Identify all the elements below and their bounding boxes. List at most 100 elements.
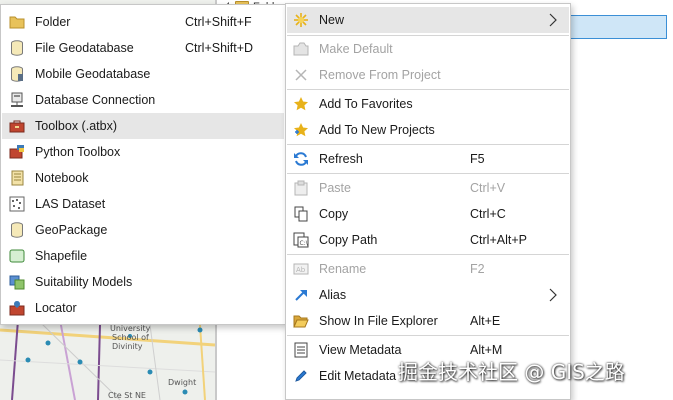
menu-item-label: Edit Metadata (319, 369, 397, 383)
map-label: School of (112, 333, 149, 342)
watermark-text: 掘金技术社区 @ GIS之路 (398, 360, 625, 384)
menu-item-refresh[interactable]: Refresh F5 (287, 146, 569, 172)
menu-item-las-dataset[interactable]: LAS Dataset (2, 191, 284, 217)
menu-item-label: File Geodatabase (35, 41, 134, 55)
pencil-icon (293, 368, 309, 384)
map-label: Dwight (168, 378, 197, 387)
menu-item-label: LAS Dataset (35, 197, 106, 211)
rename-icon: Ab (293, 261, 309, 277)
geopackage-icon (9, 222, 25, 238)
menu-item-make-default[interactable]: Make Default (287, 36, 569, 62)
shortcut-text: Ctrl+C (470, 207, 506, 221)
menu-separator (287, 254, 569, 255)
shortcut-text: Ctrl+Shift+F (185, 15, 252, 29)
menu-item-label: Copy Path (319, 233, 378, 247)
menu-item-copy-path[interactable]: C:\ Copy Path Ctrl+Alt+P (287, 227, 569, 253)
menu-item-label: View Metadata (319, 343, 402, 357)
menu-item-paste[interactable]: Paste Ctrl+V (287, 175, 569, 201)
copy-icon (293, 206, 309, 222)
suitability-models-icon (9, 274, 25, 290)
menu-item-label: Show In File Explorer (319, 314, 438, 328)
remove-icon (293, 67, 309, 83)
menu-item-label: Database Connection (35, 93, 156, 107)
notebook-icon (9, 170, 25, 186)
shortcut-text: F5 (470, 152, 485, 166)
chevron-right-icon (549, 13, 557, 27)
menu-item-folder[interactable]: Folder Ctrl+Shift+F (2, 9, 284, 35)
menu-item-label: Rename (319, 262, 367, 276)
map-label: Cte St NE (108, 391, 146, 400)
menu-item-label: Toolbox (.atbx) (35, 119, 117, 133)
las-dataset-icon (9, 196, 25, 212)
menu-item-database-connection[interactable]: Database Connection (2, 87, 284, 113)
locator-icon (9, 300, 25, 316)
menu-item-label: New (319, 13, 345, 27)
tree-selected-item[interactable] (569, 15, 667, 39)
menu-item-copy[interactable]: Copy Ctrl+C (287, 201, 569, 227)
menu-item-add-to-new-projects[interactable]: Add To New Projects (287, 117, 569, 143)
menu-item-label: Add To Favorites (319, 97, 413, 111)
menu-item-add-to-favorites[interactable]: Add To Favorites (287, 91, 569, 117)
shapefile-icon (9, 248, 25, 264)
shortcut-text: Ctrl+V (470, 181, 506, 195)
file-geodatabase-icon (9, 40, 25, 56)
menu-item-alias[interactable]: Alias (287, 282, 569, 308)
new-submenu: Folder Ctrl+Shift+F File Geodatabase Ctr… (0, 4, 286, 325)
menu-item-label: Remove From Project (319, 68, 441, 82)
menu-item-suitability-models[interactable]: Suitability Models (2, 269, 284, 295)
folder-open-icon (293, 313, 309, 329)
map-label: University (110, 324, 151, 333)
menu-item-label: Copy (319, 207, 349, 221)
toolbox-icon (9, 118, 25, 134)
menu-item-new[interactable]: New (287, 7, 569, 33)
new-icon (293, 12, 309, 28)
menu-item-label: GeoPackage (35, 223, 108, 237)
refresh-icon (293, 151, 309, 167)
menu-item-label: Alias (319, 288, 347, 302)
menu-separator (287, 173, 569, 174)
menu-item-show-in-file-explorer[interactable]: Show In File Explorer Alt+E (287, 308, 569, 334)
shortcut-text: Ctrl+Shift+D (185, 41, 254, 55)
menu-separator (287, 144, 569, 145)
menu-item-mobile-geodatabase[interactable]: Mobile Geodatabase (2, 61, 284, 87)
menu-item-label: Suitability Models (35, 275, 133, 289)
paste-icon (293, 180, 309, 196)
menu-item-label: Folder (35, 15, 71, 29)
menu-item-label: Make Default (319, 42, 393, 56)
chevron-right-icon (549, 288, 557, 302)
shortcut-text: F2 (470, 262, 485, 276)
alias-icon (293, 287, 309, 303)
svg-text:Ab: Ab (296, 266, 306, 274)
shortcut-text: Alt+M (470, 343, 503, 357)
menu-item-toolbox[interactable]: Toolbox (.atbx) (2, 113, 284, 139)
menu-item-python-toolbox[interactable]: Python Toolbox (2, 139, 284, 165)
menu-item-locator[interactable]: Locator (2, 295, 284, 321)
menu-separator (287, 335, 569, 336)
menu-item-file-geodatabase[interactable]: File Geodatabase Ctrl+Shift+D (2, 35, 284, 61)
shortcut-text: Alt+E (470, 314, 501, 328)
svg-text:C:\: C:\ (300, 240, 309, 247)
star-icon (293, 96, 309, 112)
context-menu: New Make Default Remove From Project Add… (285, 3, 571, 400)
star-plus-icon (293, 122, 309, 138)
menu-item-label: Locator (35, 301, 77, 315)
shortcut-text: Ctrl+Alt+P (470, 233, 527, 247)
menu-item-label: Mobile Geodatabase (35, 67, 151, 81)
view-metadata-icon (293, 342, 309, 358)
copy-path-icon: C:\ (293, 232, 309, 248)
menu-separator (287, 89, 569, 90)
mobile-geodatabase-icon (9, 66, 25, 82)
map-label: Divinity (112, 342, 143, 351)
menu-item-rename[interactable]: Ab Rename F2 (287, 256, 569, 282)
menu-item-label: Shapefile (35, 249, 88, 263)
menu-item-geopackage[interactable]: GeoPackage (2, 217, 284, 243)
make-default-icon (293, 41, 309, 57)
menu-item-notebook[interactable]: Notebook (2, 165, 284, 191)
menu-item-remove-from-project[interactable]: Remove From Project (287, 62, 569, 88)
menu-item-shapefile[interactable]: Shapefile (2, 243, 284, 269)
menu-item-label: Refresh (319, 152, 363, 166)
menu-item-label: Notebook (35, 171, 89, 185)
menu-item-label: Add To New Projects (319, 123, 435, 137)
menu-item-label: Python Toolbox (35, 145, 121, 159)
database-connection-icon (9, 92, 25, 108)
